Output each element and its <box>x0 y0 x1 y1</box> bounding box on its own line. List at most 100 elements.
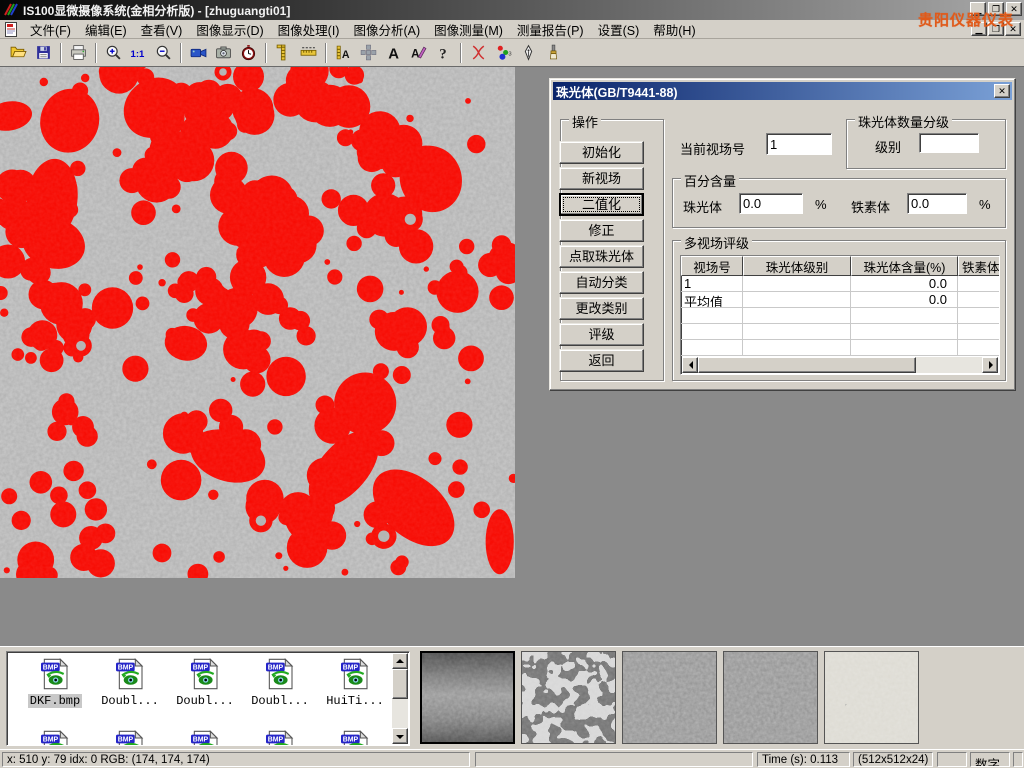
dialog-close-button[interactable]: ✕ <box>994 84 1010 98</box>
scroll-up-icon[interactable] <box>392 653 408 669</box>
op-button-1[interactable]: 新视场 <box>559 167 644 190</box>
menu-item-6[interactable]: 图像测量(M) <box>427 18 510 41</box>
annotate-icon[interactable]: A <box>406 41 431 65</box>
file-item-2[interactable]: BMPDoubl... <box>169 658 241 708</box>
open-icon[interactable] <box>6 41 31 65</box>
file-item-row2-3[interactable]: BMP <box>244 730 316 746</box>
table-col-3[interactable]: 铁素体含量(%) <box>958 256 1000 276</box>
menu-item-2[interactable]: 查看(V) <box>134 18 190 41</box>
micrograph-image[interactable] <box>0 67 515 578</box>
table-cell <box>681 308 743 324</box>
table-col-2[interactable]: 珠光体含量(%) <box>851 256 958 276</box>
mdi-close-button[interactable]: ✕ <box>1005 22 1021 36</box>
file-item-1[interactable]: BMPDoubl... <box>94 658 166 708</box>
mdi-restore-button[interactable]: ❐ <box>988 22 1004 36</box>
menu-item-8[interactable]: 设置(S) <box>591 18 647 41</box>
file-item-row2-0[interactable]: BMP <box>19 730 91 746</box>
file-list-v-scrollbar[interactable] <box>392 653 408 744</box>
text-a-icon[interactable]: A <box>381 41 406 65</box>
probe-icon[interactable] <box>516 41 541 65</box>
scroll-right-icon[interactable] <box>982 357 998 373</box>
op-button-7[interactable]: 评级 <box>559 323 644 346</box>
help-icon[interactable]: ? <box>431 41 456 65</box>
menu-item-7[interactable]: 测量报告(P) <box>510 18 591 41</box>
file-item-0[interactable]: BMPDKF.bmp <box>19 658 91 708</box>
menu-item-5[interactable]: 图像分析(A) <box>346 18 427 41</box>
dialog-title-bar[interactable]: 珠光体(GB/T9441-88) ✕ <box>553 82 1012 100</box>
print-icon[interactable] <box>66 41 91 65</box>
camera-icon[interactable] <box>211 41 236 65</box>
restore-button[interactable]: ❐ <box>988 2 1004 16</box>
table-row-2[interactable] <box>681 308 999 324</box>
rating-table[interactable]: 视场号珠光体级别珠光体含量(%)铁素体含量(%) 10.0平均值0.0 <box>680 255 1000 375</box>
thumbnail-micrograph-2[interactable] <box>521 651 616 744</box>
table-cell: 0.0 <box>851 276 958 292</box>
thumbnail-micrograph-3[interactable] <box>622 651 717 744</box>
measure-scale-icon[interactable]: A <box>331 41 356 65</box>
file-item-row2-4[interactable]: BMP <box>319 730 391 746</box>
menu-item-3[interactable]: 图像显示(D) <box>189 18 270 41</box>
current-field-input[interactable] <box>766 133 832 155</box>
count-particles-icon[interactable]: 3 <box>491 41 516 65</box>
table-h-scrollbar[interactable] <box>682 357 998 373</box>
table-row-0[interactable]: 10.0 <box>681 276 999 292</box>
grid-cross-icon[interactable] <box>356 41 381 65</box>
op-button-8[interactable]: 返回 <box>559 349 644 372</box>
level-label: 级别 <box>875 137 901 156</box>
file-item-4[interactable]: BMPHuiTi... <box>319 658 391 708</box>
minimize-button[interactable]: ▁ <box>970 2 986 16</box>
level-input[interactable] <box>919 133 979 153</box>
bmp-file-icon: BMP <box>94 658 166 693</box>
table-row-1[interactable]: 平均值0.0 <box>681 292 999 308</box>
op-button-6[interactable]: 更改类别 <box>559 297 644 320</box>
op-button-5[interactable]: 自动分类 <box>559 271 644 294</box>
op-button-0[interactable]: 初始化 <box>559 141 644 164</box>
cursor-position-status: x: 510 y: 79 idx: 0 RGB: (174, 174, 174) <box>2 752 470 767</box>
video-camera-icon[interactable] <box>186 41 211 65</box>
svg-text:BMP: BMP <box>343 665 359 672</box>
scroll-down-icon[interactable] <box>392 728 408 744</box>
file-scroll-thumb[interactable] <box>392 669 408 699</box>
thumbnail-micrograph-4[interactable] <box>723 651 818 744</box>
brush-icon[interactable] <box>541 41 566 65</box>
table-col-1[interactable]: 珠光体级别 <box>743 256 851 276</box>
scroll-left-icon[interactable] <box>682 357 698 373</box>
table-row-4[interactable] <box>681 340 999 356</box>
svg-text:BMP: BMP <box>343 737 359 744</box>
file-list[interactable]: BMPDKF.bmpBMPDoubl...BMPDoubl...BMPDoubl… <box>6 651 410 746</box>
file-item-row2-2[interactable]: BMP <box>169 730 241 746</box>
menu-item-4[interactable]: 图像处理(I) <box>271 18 347 41</box>
thumbnail-micrograph-1[interactable] <box>420 651 515 744</box>
close-button[interactable]: ✕ <box>1006 2 1022 16</box>
ferrite-percent-input[interactable] <box>907 193 967 214</box>
curve-tool-icon[interactable] <box>466 41 491 65</box>
timer-icon[interactable] <box>236 41 261 65</box>
file-name: Doubl... <box>99 694 161 708</box>
grading-group: 珠光体数量分级 级别 <box>846 119 1006 169</box>
pearlite-percent-input[interactable] <box>739 193 803 214</box>
menu-item-9[interactable]: 帮助(H) <box>646 18 702 41</box>
svg-text:BMP: BMP <box>268 665 284 672</box>
table-cell: 0.0 <box>851 292 958 308</box>
document-icon[interactable] <box>4 22 19 37</box>
caliper-icon[interactable] <box>271 41 296 65</box>
save-icon[interactable] <box>31 41 56 65</box>
zoom-in-icon[interactable] <box>101 41 126 65</box>
ruler-icon[interactable] <box>296 41 321 65</box>
menu-item-1[interactable]: 编辑(E) <box>78 18 134 41</box>
table-row-3[interactable] <box>681 324 999 340</box>
op-button-3[interactable]: 修正 <box>559 219 644 242</box>
percent-group: 百分含量 珠光体 % 铁素体 % <box>672 178 1006 228</box>
actual-size-icon[interactable]: 1:1 <box>126 41 151 65</box>
file-item-3[interactable]: BMPDoubl... <box>244 658 316 708</box>
op-button-2[interactable]: 二值化 <box>559 193 644 216</box>
mdi-minimize-button[interactable]: ▁ <box>971 22 987 36</box>
op-button-4[interactable]: 点取珠光体 <box>559 245 644 268</box>
scroll-thumb[interactable] <box>698 357 916 373</box>
table-col-0[interactable]: 视场号 <box>681 256 743 276</box>
thumbnail-micrograph-5[interactable] <box>824 651 919 744</box>
zoom-out-icon[interactable] <box>151 41 176 65</box>
file-item-row2-1[interactable]: BMP <box>94 730 166 746</box>
scroll-track[interactable] <box>916 357 982 373</box>
menu-item-0[interactable]: 文件(F) <box>23 18 78 41</box>
